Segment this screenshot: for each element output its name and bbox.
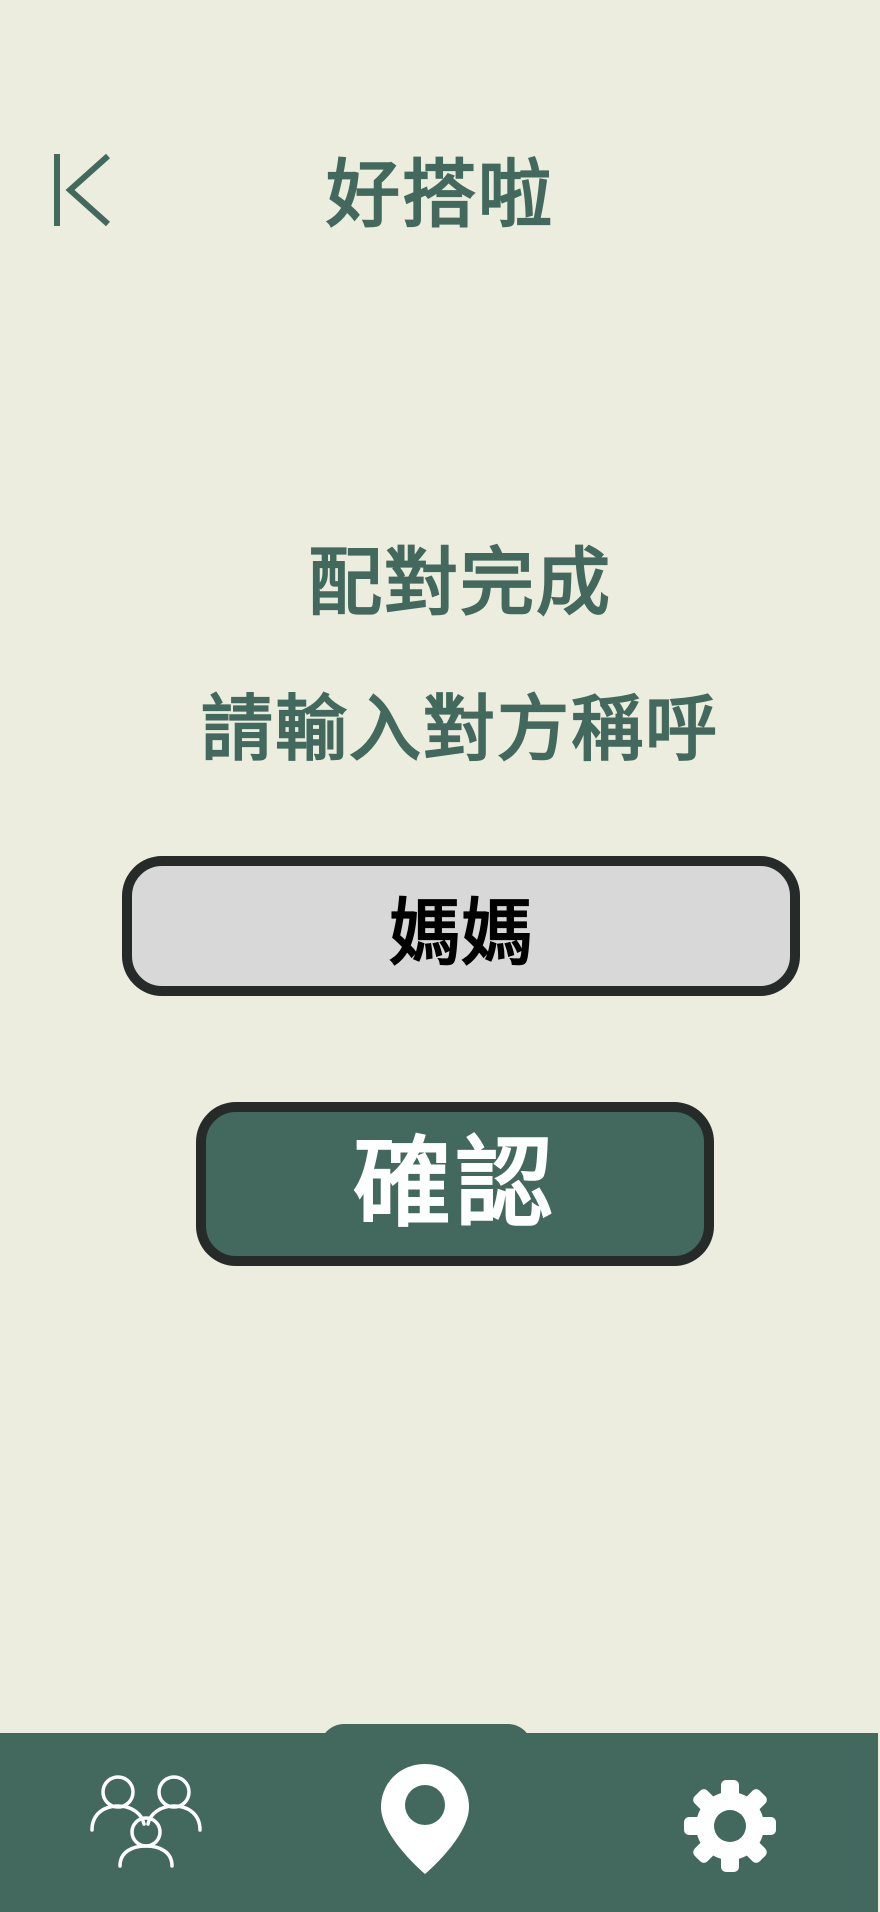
people-icon xyxy=(90,1775,202,1868)
nav-item-location[interactable] xyxy=(378,1761,472,1877)
nickname-input[interactable] xyxy=(122,856,800,996)
nav-item-people[interactable] xyxy=(88,1772,204,1868)
nav-item-settings[interactable] xyxy=(682,1778,778,1874)
app-title: 好搭啦 xyxy=(326,152,554,238)
gear-icon xyxy=(684,1780,776,1872)
enter-nickname-prompt: 請輸入對方稱呼 xyxy=(200,687,719,771)
confirm-button[interactable]: 確認 xyxy=(196,1102,714,1266)
pairing-complete-text: 配對完成 xyxy=(308,540,612,626)
location-pin-icon xyxy=(381,1764,469,1874)
